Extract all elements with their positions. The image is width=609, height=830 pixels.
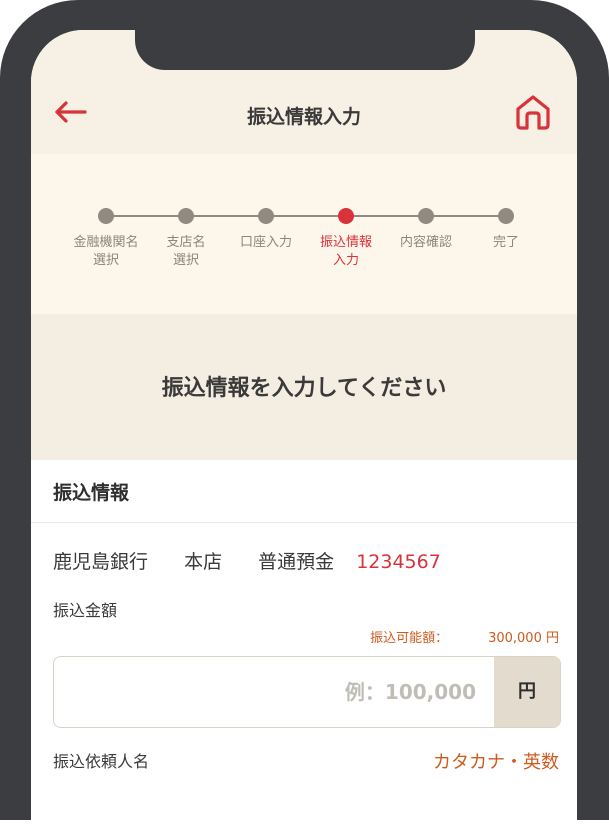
- step-dot: [418, 208, 434, 224]
- branch-name: 本店: [184, 551, 223, 573]
- step-dot: [178, 208, 194, 224]
- bank-name: 鹿児島銀行: [53, 551, 149, 573]
- step-account-input: 口座入力: [221, 208, 311, 252]
- step-label: 口座入力: [239, 235, 292, 250]
- step-dot: [258, 208, 274, 224]
- amount-field: 円: [53, 656, 561, 728]
- requester-label: 振込依頼人名: [53, 752, 150, 771]
- app-screen: 振込情報入力 金融機関名 選択 支店名 選択 口座入力 振込情報 入力 内容確認…: [31, 30, 577, 830]
- progress-stepper: 金融機関名 選択 支店名 選択 口座入力 振込情報 入力 内容確認 完了: [31, 154, 577, 314]
- account-number: 1234567: [356, 551, 441, 573]
- step-dot: [98, 208, 114, 224]
- account-type: 普通預金: [258, 551, 335, 573]
- device-frame: 振込情報入力 金融機関名 選択 支店名 選択 口座入力 振込情報 入力 内容確認…: [0, 0, 609, 830]
- amount-input[interactable]: [54, 657, 494, 727]
- available-amount: 振込可能額： 300,000 円: [370, 627, 559, 646]
- home-icon: [516, 95, 550, 130]
- instruction-text: 振込情報を入力してください: [161, 376, 447, 401]
- available-value: 300,000 円: [488, 631, 559, 646]
- page-title: 振込情報入力: [246, 106, 361, 128]
- currency-unit: 円: [494, 657, 560, 727]
- home-button[interactable]: [513, 92, 553, 132]
- device-notch: [135, 30, 475, 70]
- available-label: 振込可能額：: [370, 631, 449, 646]
- app-header: 振込情報入力: [31, 30, 577, 154]
- step-dot: [498, 208, 514, 224]
- step-transfer-info: 振込情報 入力: [301, 208, 391, 270]
- step-label: 完了: [492, 235, 519, 250]
- instruction-banner: 振込情報を入力してください: [31, 314, 577, 460]
- divider: [31, 522, 577, 523]
- step-label: 支店名 選択: [166, 235, 206, 268]
- step-label: 内容確認: [399, 235, 452, 250]
- amount-label: 振込金額: [53, 601, 118, 620]
- step-confirm: 内容確認: [381, 208, 471, 252]
- step-complete: 完了: [461, 208, 551, 252]
- account-summary: 鹿児島銀行 本店 普通預金 1234567: [53, 547, 441, 574]
- step-label: 振込情報 入力: [319, 235, 372, 268]
- step-branch-select: 支店名 選択: [141, 208, 231, 270]
- section-title: 振込情報: [53, 482, 130, 504]
- step-bank-select: 金融機関名 選択: [61, 208, 151, 270]
- step-dot-active: [338, 208, 354, 224]
- requester-hint: カタカナ・英数: [433, 752, 559, 773]
- step-label: 金融機関名 選択: [73, 235, 139, 268]
